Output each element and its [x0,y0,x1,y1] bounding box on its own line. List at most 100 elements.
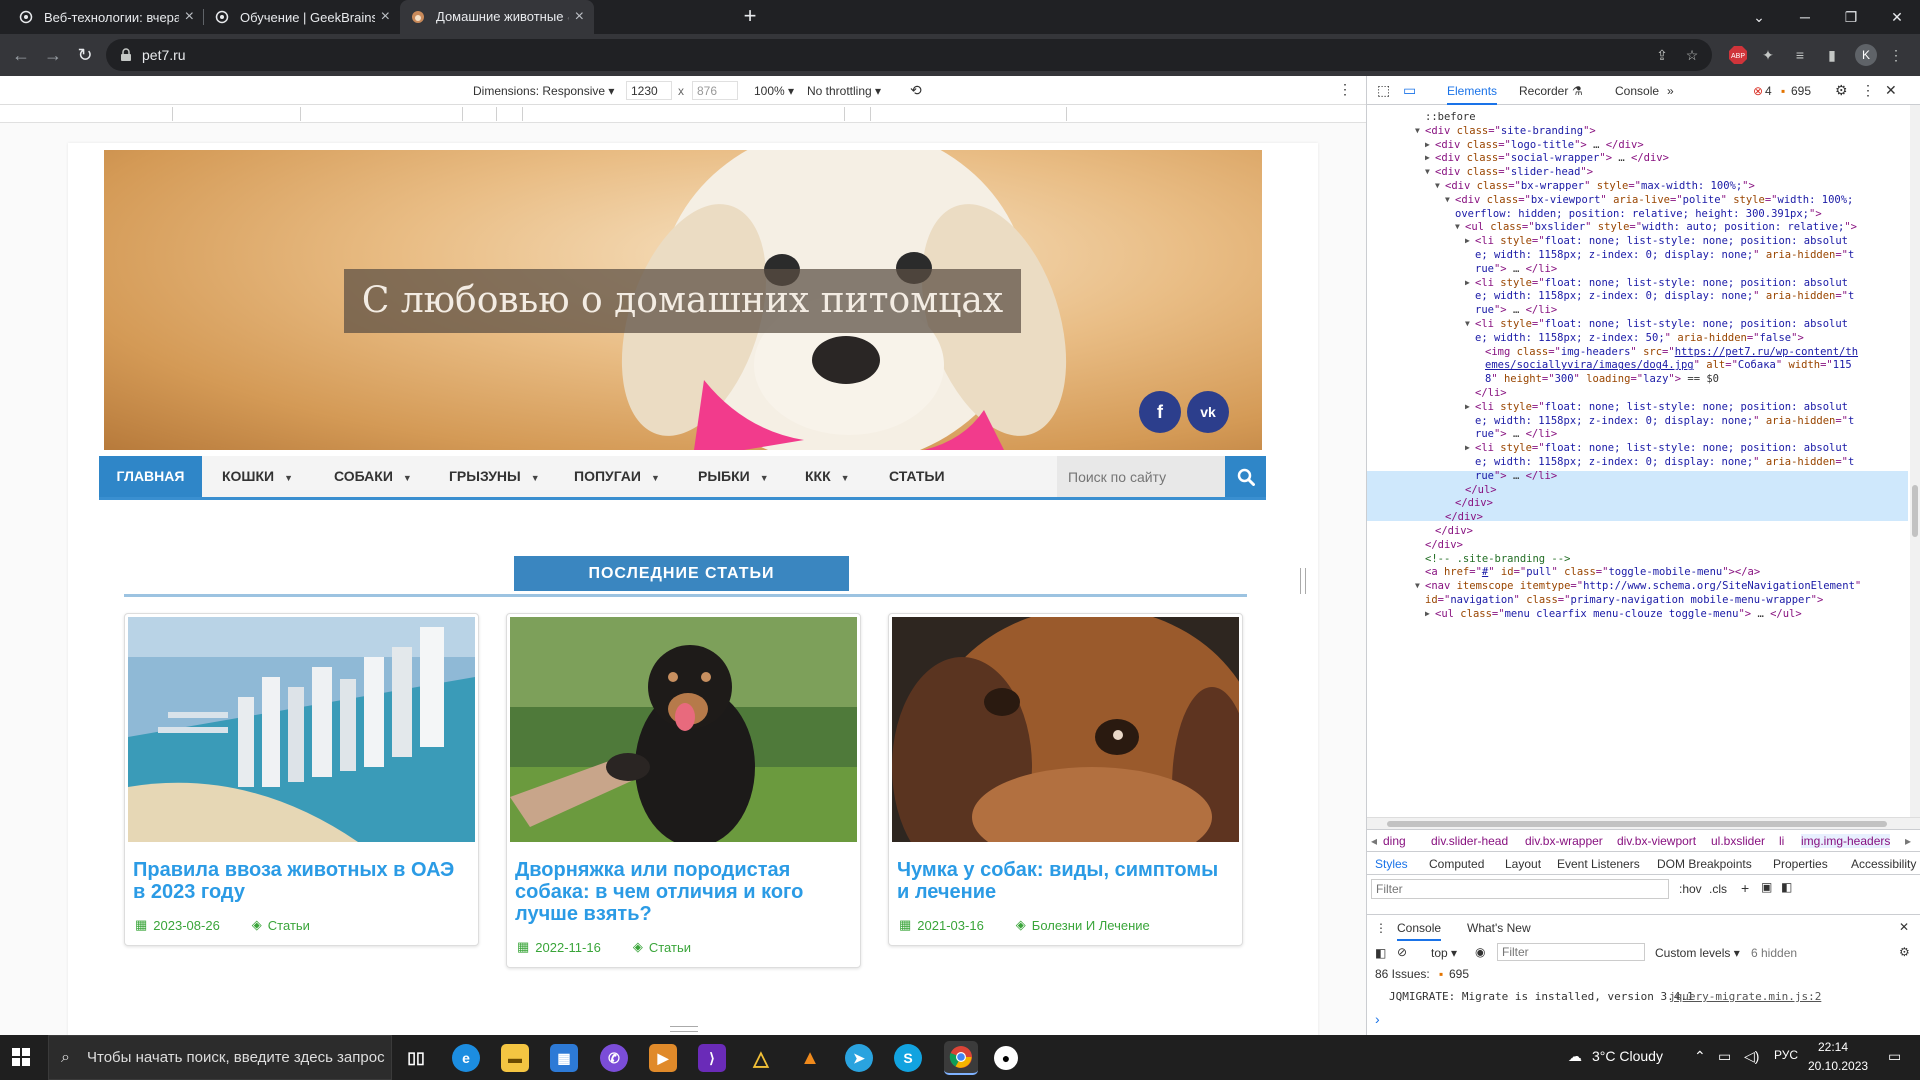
article-category-link[interactable]: Болезни И Лечение [1032,918,1150,933]
tab-1[interactable]: Веб-технологии: вчера, сегодня × [8,0,204,34]
media-query-ruler[interactable] [0,105,1366,123]
article-image[interactable] [128,617,475,842]
console-sidebar-icon[interactable]: ◧ [1375,946,1386,960]
dom-scrollbar[interactable] [1910,105,1920,817]
device-options-kebab-icon[interactable]: ⋮ [1338,81,1352,98]
viewport-resize-handle-bottom[interactable] [670,1026,698,1032]
site-search-input[interactable] [1057,456,1225,497]
expand-arrow-right-icon[interactable]: ▶ [1425,606,1430,623]
error-count[interactable]: 4 [1765,84,1772,98]
paint-icon[interactable]: ▣ [1761,880,1772,894]
throttling-select[interactable]: No throttling ▾ [807,84,881,98]
hov-toggle[interactable]: :hov [1679,882,1702,896]
telegram-icon[interactable]: ➤ [845,1044,873,1072]
settings-gear-icon[interactable]: ⚙ [1835,82,1848,99]
dom-line[interactable]: 8" height="300" loading="lazy"> == $0 [1485,371,1719,388]
article-image[interactable] [510,617,857,842]
article-card[interactable]: Дворняжка или породистая собака: в чем о… [506,613,861,968]
crumb[interactable]: div.bx-viewport [1617,834,1696,848]
volume-icon[interactable]: ◁) [1744,1048,1759,1065]
adblock-icon[interactable]: ABP [1726,45,1750,65]
vk-icon[interactable]: vk [1187,391,1229,433]
crumb[interactable]: li [1779,834,1784,848]
clock-time[interactable]: 22:14 [1818,1040,1848,1054]
drawer-tab-console[interactable]: Console [1397,921,1442,941]
tab-event-listeners[interactable]: Event Listeners [1557,857,1640,871]
crumb[interactable]: div.bx-wrapper [1525,834,1603,848]
github-icon[interactable]: ● [994,1046,1018,1070]
dom-hscrollbar[interactable] [1367,817,1920,829]
expand-arrow-down-icon[interactable]: ▼ [1465,316,1470,333]
device-toggle-icon[interactable]: ▭ [1403,82,1416,99]
context-select[interactable]: top ▾ [1431,946,1457,960]
crumbs-scroll-right-icon[interactable]: ▸ [1905,834,1911,848]
back-icon[interactable]: ← [8,42,34,68]
scroll-thumb[interactable] [1912,485,1918,537]
devtools-tab-console[interactable]: Console [1615,84,1659,98]
console-prompt[interactable]: › [1375,1011,1380,1027]
restore-icon[interactable]: ❐ [1828,0,1874,34]
expand-arrow-right-icon[interactable]: ▶ [1465,275,1470,292]
more-tabs-icon[interactable]: » [1667,84,1674,98]
notifications-icon[interactable]: ▭ [1888,1048,1901,1065]
bookmark-star-icon[interactable]: ☆ [1682,45,1702,65]
live-expression-eye-icon[interactable]: ◉ [1475,945,1485,959]
tab-accessibility[interactable]: Accessibility [1851,857,1916,871]
tab-search-icon[interactable]: ⌄ [1736,0,1782,34]
close-window-icon[interactable]: ✕ [1874,0,1920,34]
article-category-link[interactable]: Статьи [268,918,310,933]
height-input[interactable]: 876 [692,81,738,100]
drawer-menu-kebab-icon[interactable]: ⋮ [1375,921,1387,935]
new-tab-button[interactable]: + [738,5,762,29]
edge-icon[interactable]: e [452,1044,480,1072]
article-card[interactable]: Правила ввоза животных в ОАЭ в 2023 году… [124,613,479,946]
drive-icon[interactable]: △ [747,1044,775,1072]
crumbs-scroll-left-icon[interactable]: ◂ [1371,834,1377,848]
dom-line[interactable]: ▶ <ul class="menu clearfix menu-clouze to… [1425,606,1802,623]
menu-kebab-icon[interactable]: ⋮ [1886,45,1906,65]
nav-item-kkk[interactable]: ККК ▼ [805,456,850,497]
viewport-resize-handle-right[interactable] [1300,568,1306,594]
expand-arrow-down-icon[interactable]: ▼ [1415,578,1420,595]
warning-count[interactable]: 695 [1791,84,1811,98]
crumb-selected[interactable]: img.img-headers [1801,834,1891,848]
tray-chevron-icon[interactable]: ⌃ [1694,1048,1706,1065]
task-view-icon[interactable]: ▯▯ [402,1044,430,1072]
dom-tree[interactable]: ::before ▼ <div class="site-branding"> ▶ <di… [1367,105,1908,817]
expand-arrow-down-icon[interactable]: ▼ [1415,123,1420,140]
expand-arrow-down-icon[interactable]: ▼ [1455,219,1460,236]
article-title-link[interactable]: Чумка у собак: виды, симптомы и лечение [889,845,1242,903]
close-drawer-icon[interactable]: ✕ [1899,920,1909,934]
styles-filter-input[interactable] [1371,879,1669,899]
minimize-icon[interactable]: ─ [1782,0,1828,34]
expand-arrow-right-icon[interactable]: ▶ [1465,399,1470,416]
expand-arrow-down-icon[interactable]: ▼ [1445,192,1450,209]
rotate-icon[interactable]: ⟲ [910,82,922,99]
tab-computed[interactable]: Computed [1429,857,1484,871]
nav-item-home[interactable]: ГЛАВНАЯ [99,456,202,497]
inspect-element-icon[interactable]: ⬚ [1377,82,1390,99]
reload-icon[interactable]: ↻ [72,42,98,68]
hscroll-thumb[interactable] [1387,821,1887,827]
chrome-icon[interactable] [944,1041,978,1075]
viber-icon[interactable]: ✆ [600,1044,628,1072]
crumb[interactable]: ul.bxslider [1711,834,1765,848]
expand-arrow-right-icon[interactable]: ▶ [1465,440,1470,457]
crumb[interactable]: div.slider-head [1431,834,1508,848]
close-icon[interactable]: × [185,8,194,26]
expand-arrow-down-icon[interactable]: ▼ [1425,164,1430,181]
dimensions-select[interactable]: Dimensions: Responsive ▾ [473,84,614,98]
share-icon[interactable]: ⇪ [1652,45,1672,65]
forward-icon[interactable]: → [40,42,66,68]
nav-item-cats[interactable]: КОШКИ ▼ [222,456,293,497]
console-filter-input[interactable] [1497,943,1645,961]
article-title-link[interactable]: Правила ввоза животных в ОАЭ в 2023 году [125,845,478,903]
tab-properties[interactable]: Properties [1773,857,1828,871]
expand-arrow-right-icon[interactable]: ▶ [1465,233,1470,250]
taskbar-search-box[interactable]: ⌕ Чтобы начать поиск, введите здесь запр… [48,1035,392,1080]
sidebar-toggle-icon[interactable]: ◧ [1781,880,1792,894]
visual-studio-icon[interactable]: ⟩ [698,1044,726,1072]
extensions-icon[interactable]: ✦ [1758,45,1778,65]
drawer-tab-whats-new[interactable]: What's New [1467,921,1531,935]
media-player-icon[interactable]: ▶ [649,1044,677,1072]
